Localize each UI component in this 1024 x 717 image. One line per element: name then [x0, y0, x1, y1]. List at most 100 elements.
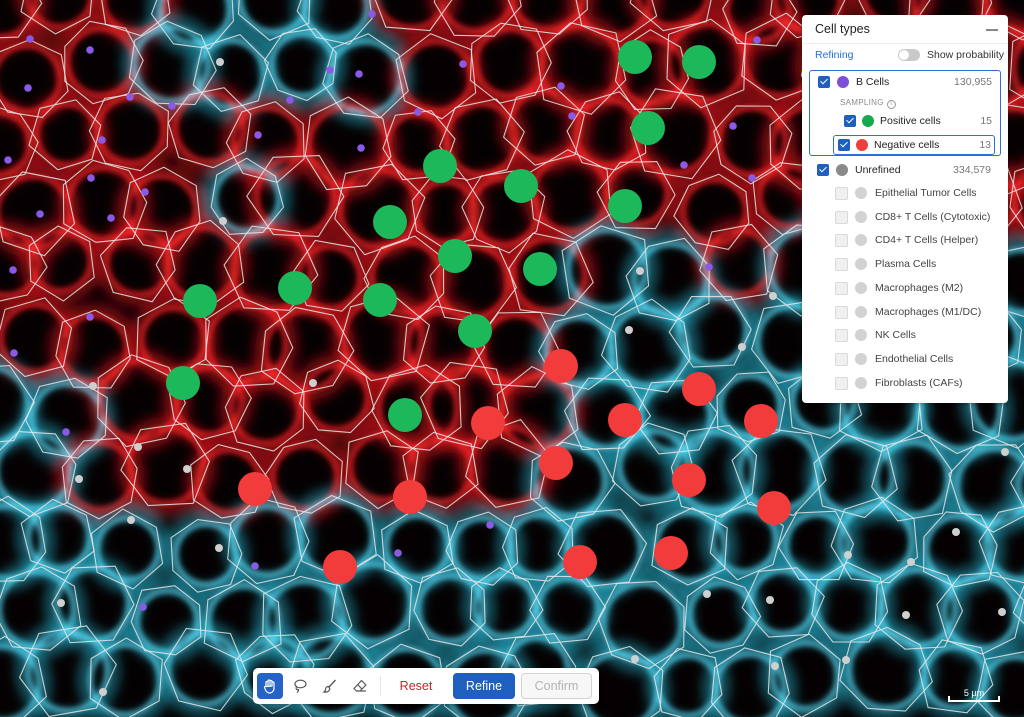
- b-cell-marker: [357, 144, 365, 152]
- subtype-label: Endothelial Cells: [875, 352, 954, 365]
- unrefined-cell-marker: [216, 58, 224, 66]
- b-cell-marker: [98, 136, 106, 144]
- annotation-toolbar: Reset Refine Confirm: [253, 668, 599, 704]
- info-icon[interactable]: i: [886, 100, 896, 109]
- subtype-row[interactable]: NK Cells: [809, 325, 999, 345]
- scale-bar-line: [948, 700, 1000, 702]
- unrefined-cell-marker: [636, 267, 644, 275]
- toggle-knob: [899, 50, 909, 60]
- subtype-checkbox[interactable]: [835, 258, 848, 272]
- b-cell-marker: [62, 428, 70, 436]
- refine-button[interactable]: Refine: [453, 673, 515, 699]
- unrefined-cell-marker: [1001, 448, 1009, 456]
- positive-cell-marker: [278, 271, 312, 305]
- subtype-label: Fibroblasts (CAFs): [875, 376, 963, 389]
- b-cell-marker: [680, 161, 688, 169]
- positive-cells-row[interactable]: Positive cells 15: [836, 111, 1000, 131]
- b-cell-marker: [10, 349, 18, 357]
- subtype-row[interactable]: CD4+ T Cells (Helper): [809, 230, 999, 250]
- negative-cell-marker: [238, 472, 272, 506]
- b-cell-marker: [141, 188, 149, 196]
- subtype-color-dot: [855, 187, 867, 199]
- subtype-checkbox[interactable]: [835, 210, 848, 224]
- subtype-color-dot: [855, 234, 867, 247]
- subtype-checkbox[interactable]: [835, 187, 848, 200]
- b-cell-marker: [251, 562, 259, 570]
- negative-cells-color-dot: [856, 139, 868, 151]
- b-cells-checkbox[interactable]: [818, 76, 830, 88]
- unrefined-cell-marker: [631, 655, 639, 663]
- hand-icon: [263, 679, 275, 694]
- negative-cell-marker: [323, 550, 357, 584]
- eraser-icon: [353, 679, 367, 692]
- subtype-checkbox[interactable]: [835, 234, 848, 248]
- subtype-color-dot: [855, 376, 867, 389]
- subtype-label: Macrophages (M1/DC): [875, 305, 982, 318]
- subtype-label: Epithelial Tumor Cells: [875, 187, 977, 199]
- subtype-row[interactable]: Endothelial Cells: [809, 349, 999, 369]
- positive-cell-marker: [388, 398, 422, 432]
- subtype-row[interactable]: CD8+ T Cells (Cytotoxic): [809, 207, 999, 227]
- negative-cell-marker: [608, 403, 642, 437]
- eraser-tool-button[interactable]: [347, 673, 373, 699]
- unrefined-cell-marker: [127, 516, 135, 524]
- unrefined-cell-marker: [134, 443, 142, 451]
- unrefined-cell-marker: [183, 465, 191, 473]
- positive-cells-count: 15: [980, 115, 992, 127]
- unrefined-cell-marker: [842, 656, 850, 664]
- negative-cell-marker: [563, 545, 597, 579]
- negative-cell-marker: [757, 491, 791, 525]
- subtype-checkbox[interactable]: [835, 352, 848, 366]
- negative-cells-row[interactable]: Negative cells 13: [833, 135, 995, 155]
- negative-cell-marker: [744, 404, 778, 438]
- subtype-checkbox[interactable]: [835, 305, 848, 319]
- scale-bar-tick-left: [948, 696, 950, 702]
- b-cells-color-dot: [837, 76, 849, 88]
- reset-button[interactable]: Reset: [393, 673, 439, 699]
- positive-cells-label: Positive cells: [880, 115, 941, 127]
- brush-tool-button[interactable]: [317, 673, 343, 699]
- unrefined-row[interactable]: Unrefined 334,579: [809, 160, 999, 180]
- positive-cell-marker: [523, 252, 557, 286]
- subtype-row[interactable]: Fibroblasts (CAFs): [809, 373, 999, 393]
- minimize-icon[interactable]: [986, 29, 998, 31]
- negative-cell-marker: [471, 406, 505, 440]
- lasso-tool-button[interactable]: [287, 673, 313, 699]
- positive-cells-checkbox[interactable]: [844, 115, 856, 127]
- b-cell-marker: [568, 112, 576, 120]
- unrefined-cell-marker: [215, 544, 223, 552]
- b-cell-marker: [24, 84, 32, 92]
- positive-cell-marker: [618, 40, 652, 74]
- lasso-icon: [294, 679, 307, 693]
- scale-bar-label: 5 µm: [963, 688, 985, 698]
- b-cell-marker: [394, 549, 402, 557]
- sampling-label: SAMPLING i: [840, 98, 896, 109]
- unrefined-count: 334,579: [953, 164, 991, 176]
- b-cell-marker: [126, 93, 134, 101]
- b-cell-marker: [139, 603, 147, 611]
- b-cell-marker: [87, 174, 95, 182]
- subtype-row[interactable]: Plasma Cells: [809, 254, 999, 274]
- b-cell-marker: [414, 108, 422, 116]
- refine-row: Refining Show probability: [802, 44, 1008, 66]
- b-cell-marker: [9, 266, 17, 274]
- unrefined-cell-marker: [766, 596, 774, 604]
- b-cell-marker: [486, 521, 494, 529]
- subtype-row[interactable]: Macrophages (M1/DC): [809, 302, 999, 322]
- subtype-row[interactable]: Epithelial Tumor Cells: [809, 183, 999, 203]
- b-cells-row[interactable]: B Cells 130,955: [810, 72, 1000, 92]
- unrefined-cell-marker: [771, 662, 779, 670]
- toolbar-divider: [380, 676, 381, 696]
- unrefined-checkbox[interactable]: [817, 164, 829, 176]
- subtype-checkbox[interactable]: [835, 329, 848, 343]
- negative-cells-checkbox[interactable]: [838, 139, 850, 151]
- pan-tool-button[interactable]: [257, 673, 283, 699]
- subtype-checkbox[interactable]: [835, 281, 848, 295]
- b-cell-marker: [86, 46, 94, 54]
- b-cell-marker: [459, 60, 467, 68]
- show-probability-toggle[interactable]: [898, 49, 920, 61]
- negative-cell-marker: [539, 446, 573, 480]
- subtype-row[interactable]: Macrophages (M2): [809, 278, 999, 298]
- subtype-checkbox[interactable]: [835, 376, 848, 390]
- positive-cell-marker: [423, 149, 457, 183]
